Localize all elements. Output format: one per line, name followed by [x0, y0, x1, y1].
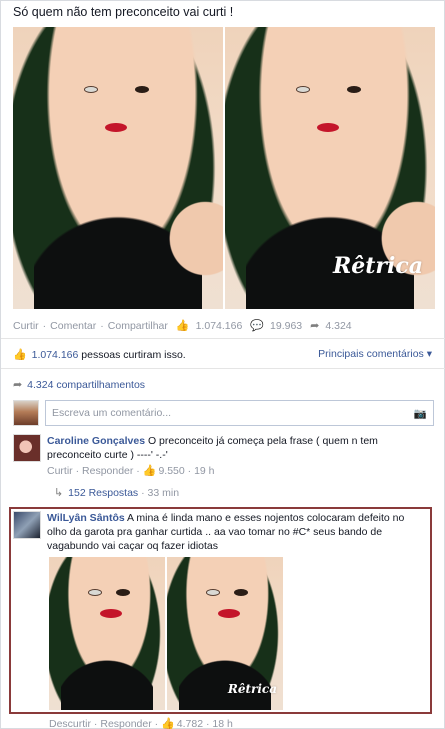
share-arrow-icon: ➦: [310, 320, 320, 332]
comment-reply-link[interactable]: Responder: [82, 465, 133, 477]
replies-time: 33 min: [147, 487, 180, 499]
avatar[interactable]: [13, 434, 41, 462]
avatar[interactable]: [13, 511, 41, 539]
top-comments-dropdown[interactable]: Principais comentários ▾: [318, 348, 432, 360]
comment-bubble-icon: 💬: [250, 320, 265, 332]
comment-like-count[interactable]: 9.550: [158, 465, 184, 477]
retrica-watermark: Rêtrica: [227, 682, 277, 696]
comment-item: Caroline Gonçalves O preconceito já come…: [13, 434, 427, 478]
divider: [1, 338, 445, 339]
thumbs-up-icon: 👍: [142, 465, 157, 477]
comment-meta: Curtir · Responder · 👍 9.550 · 19 h: [47, 465, 215, 477]
comment-count[interactable]: 19.963: [270, 320, 302, 332]
divider: [1, 368, 445, 369]
share-count[interactable]: 4.324: [325, 320, 351, 332]
likes-summary: 👍 1.074.166 pessoas curtiram isso.: [13, 349, 186, 361]
photo-left: [13, 27, 223, 309]
like-count[interactable]: 1.074.166: [196, 320, 243, 332]
thumbs-up-icon: 👍: [161, 718, 175, 729]
comment-link[interactable]: Comentar: [50, 320, 96, 332]
share-arrow-icon: ➦: [13, 379, 23, 391]
comment-item: WilLyân Sântôs A mina é linda mano e ess…: [13, 511, 422, 553]
comment-input[interactable]: Escreva um comentário... 📷: [45, 400, 434, 426]
post-text: Só quem não tem preconceito vai curti !: [13, 5, 234, 19]
shares-summary[interactable]: ➦ 4.324 compartilhamentos: [13, 378, 145, 391]
comment-author[interactable]: Caroline Gonçalves: [47, 435, 145, 447]
facebook-post: Só quem não tem preconceito vai curti ! …: [0, 0, 445, 729]
comment-like-link[interactable]: Curtir: [47, 465, 73, 477]
like-link[interactable]: Curtir: [13, 320, 39, 332]
comment-composer: Escreva um comentário... 📷: [13, 399, 434, 427]
photo-right: Rêtrica: [225, 27, 435, 309]
comment-time: 19 h: [194, 465, 215, 477]
comment-photo[interactable]: Rêtrica: [49, 557, 283, 710]
comment-reply-link[interactable]: Responder: [100, 718, 151, 729]
comment-meta: Descurtir · Responder · 👍 4.782 · 18 h: [49, 718, 233, 729]
thumbs-up-icon: 👍: [175, 320, 190, 332]
replies-link[interactable]: ↳ 152 Respostas · 33 min: [54, 486, 179, 499]
likes-count-link[interactable]: 1.074.166: [32, 349, 79, 361]
thumbs-up-icon: 👍: [13, 349, 27, 361]
post-action-row: Curtir · Comentar · Compartilhar 👍 1.074…: [13, 319, 352, 333]
comment-time: 18 h: [212, 718, 233, 729]
post-photo[interactable]: Rêtrica: [13, 27, 435, 309]
current-user-avatar: [13, 400, 39, 426]
reply-arrow-icon: ↳: [54, 487, 64, 499]
share-link[interactable]: Compartilhar: [108, 320, 168, 332]
comment-unlike-link[interactable]: Descurtir: [49, 718, 91, 729]
comment-author[interactable]: WilLyân Sântôs: [47, 512, 125, 524]
camera-icon[interactable]: 📷: [414, 407, 427, 420]
comment-like-count[interactable]: 4.782: [177, 718, 203, 729]
retrica-watermark: Rêtrica: [332, 253, 423, 279]
